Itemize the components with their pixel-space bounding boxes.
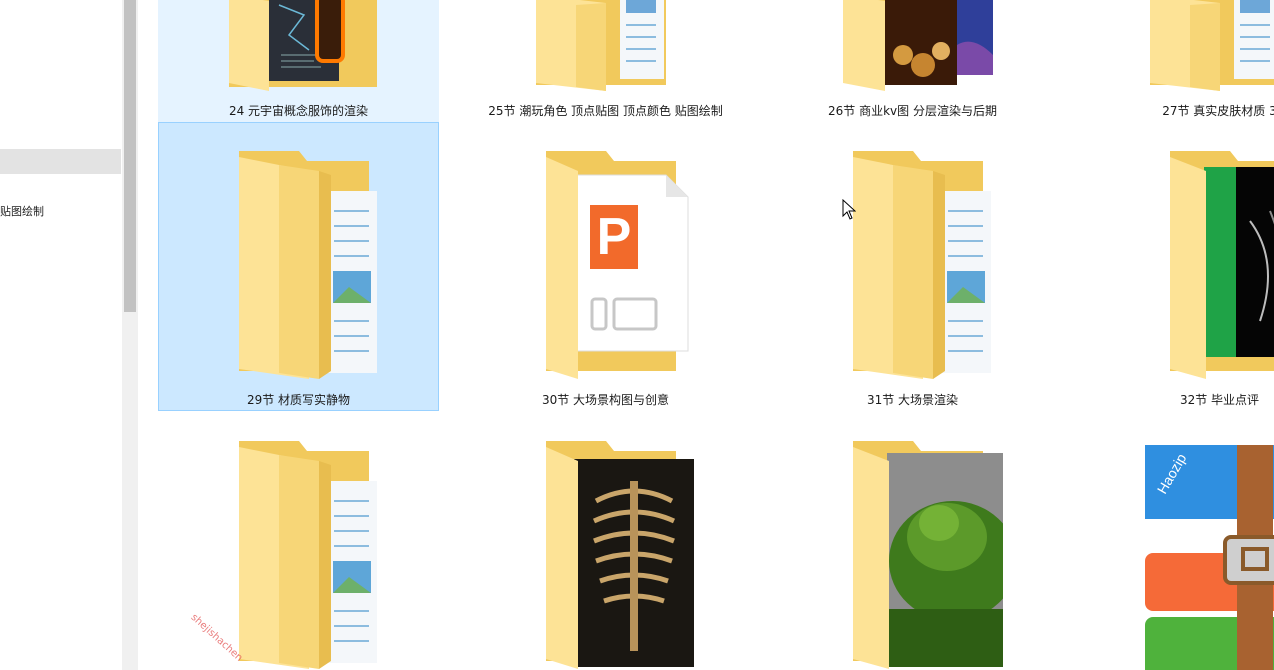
folder-item[interactable]: 32节 毕业点评 xyxy=(1079,122,1274,411)
folder-label[interactable]: 31节 大场景渲染 xyxy=(773,391,1052,408)
folder-with-document-icon xyxy=(209,441,389,670)
folder-item[interactable]: P 30节 大场景构图与创意 xyxy=(465,122,746,411)
nav-scrollbar-thumb[interactable] xyxy=(124,0,136,312)
folder-label[interactable]: 27节 真实皮肤材质 3 xyxy=(1080,102,1274,119)
folder-label[interactable]: 29节 材质写实静物 xyxy=(159,391,438,408)
folder-item[interactable]: 24 元宇宙概念服饰的渲染 xyxy=(158,0,439,122)
folder-label[interactable]: 32节 毕业点评 xyxy=(1080,391,1274,408)
haozip-archive-icon: Haozip xyxy=(1125,435,1274,670)
file-grid: 24 元宇宙概念服饰的渲染 25节 潮玩角色 顶点贴图 顶点颜色 贴图绘制 26… xyxy=(140,0,1274,670)
folder-label[interactable]: 30节 大场景构图与创意 xyxy=(466,391,745,408)
folder-with-ppt-file-icon: P xyxy=(516,151,696,385)
folder-label[interactable]: 26节 商业kv图 分层渲染与后期 xyxy=(773,102,1052,119)
folder-with-preview-icon xyxy=(823,0,1003,95)
nav-item-selected[interactable] xyxy=(0,149,121,174)
folder-with-document-icon xyxy=(516,0,696,95)
archive-item[interactable]: Haozip xyxy=(1079,412,1274,670)
folder-item[interactable] xyxy=(772,412,1053,670)
folder-with-preview-icon xyxy=(1130,151,1274,385)
folder-with-document-icon xyxy=(1130,0,1274,95)
svg-text:P: P xyxy=(596,208,631,266)
folder-item[interactable] xyxy=(465,412,746,670)
folder-with-preview-icon xyxy=(209,0,389,95)
folder-with-skeleton-preview-icon xyxy=(516,441,696,670)
nav-item-label[interactable]: 贴图绘制 xyxy=(0,203,44,219)
mouse-cursor-icon xyxy=(842,198,857,225)
folder-item[interactable]: 25节 潮玩角色 顶点贴图 顶点颜色 贴图绘制 xyxy=(465,0,746,122)
folder-with-green-scene-preview-icon xyxy=(823,441,1021,670)
folder-item[interactable]: 27节 真实皮肤材质 3 xyxy=(1079,0,1274,122)
folder-with-document-icon xyxy=(823,151,1003,385)
navigation-pane: 贴图绘制 xyxy=(0,0,122,670)
folder-label[interactable]: 24 元宇宙概念服饰的渲染 xyxy=(159,102,438,119)
folder-item[interactable]: 26节 商业kv图 分层渲染与后期 xyxy=(772,0,1053,122)
folder-with-document-icon xyxy=(209,151,389,385)
folder-item[interactable]: 31节 大场景渲染 xyxy=(772,122,1053,411)
folder-label[interactable]: 25节 潮玩角色 顶点贴图 顶点颜色 贴图绘制 xyxy=(466,102,745,119)
folder-item[interactable]: 29节 材质写实静物 xyxy=(158,122,439,411)
